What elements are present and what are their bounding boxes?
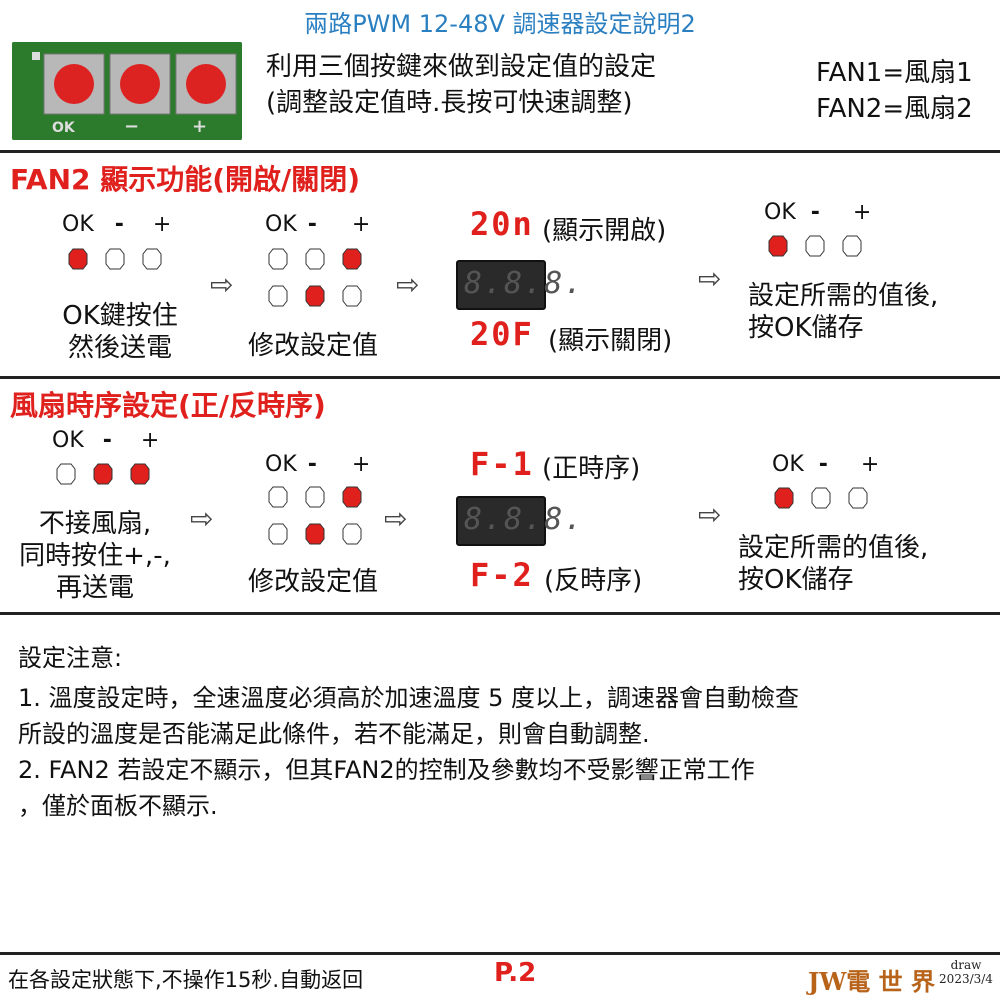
step2-caption: 修改設定值 [247, 567, 378, 597]
divider [0, 376, 1000, 379]
display-off-code: 20F [470, 315, 534, 353]
draw-date: 2023/3/4 [939, 972, 993, 986]
button-header: OK - + [772, 452, 879, 477]
page-number: P.2 [494, 958, 537, 988]
step1-caption-line3: 再送電 [55, 573, 134, 603]
intro-line-1: 利用三個按鍵來做到設定值的設定 [266, 52, 657, 82]
button-header: OK - + [764, 200, 871, 225]
plus-label: + [152, 212, 172, 237]
minus-label: - [307, 452, 317, 477]
display-on-label: (顯示開啟) [542, 216, 667, 246]
pcb-label-ok: OK [52, 120, 75, 136]
notes-line-2: 所設的溫度是否能滿足此條件，若不能滿足，則會自動調整. [18, 720, 650, 748]
ok-label: OK [764, 200, 796, 225]
led-row [66, 246, 166, 276]
notes-line-1: 1. 溫度設定時，全速溫度必須高於加速溫度 5 度以上，調速器會自動檢查 [18, 684, 800, 712]
seven-segment-display: 8.8.8. [456, 260, 582, 310]
arrow-right-icon: ⇨ [698, 262, 722, 295]
section-fan-timing-title: 風扇時序設定(正/反時序) [10, 389, 326, 422]
plus-label: + [351, 212, 371, 237]
display-digits: 8.8.8. [464, 502, 585, 537]
draw-label: draw [950, 958, 982, 972]
step1-caption-line2: 然後送電 [67, 333, 172, 363]
led-indicator-icons [268, 486, 362, 545]
step1-caption-line1: 不接風扇, [38, 509, 152, 539]
plus-label: + [140, 428, 160, 453]
minus-label: - [810, 200, 820, 225]
step4-caption: 設定所需的值後, 按OK儲存 [748, 280, 938, 344]
arrow-right-icon: ⇨ [190, 502, 214, 535]
plus-label: + [351, 452, 371, 477]
intro-line-2: (調整設定值時.長按可快速調整) [266, 88, 633, 118]
step2-caption: 修改設定值 [247, 331, 378, 361]
footer-note: 在各設定狀態下,不操作15秒.自動返回 [8, 968, 364, 992]
notes-line-4: ，僅於面板不顯示. [18, 792, 218, 820]
led-row [54, 461, 154, 491]
notes-block: 設定注意: 1. 溫度設定時，全速溫度必須高於加速溫度 5 度以上，調速器會自動… [18, 640, 988, 824]
led-indicator-icons [56, 463, 150, 485]
led-row [772, 485, 872, 515]
led-indicator-icons [268, 248, 362, 307]
display-on-code: 20n [470, 205, 534, 243]
button-header: OK - + [265, 212, 370, 237]
brand-logo: JW電 世 界 [808, 967, 936, 996]
section-fan2-display-title: FAN2 顯示功能(開啟/關閉) [10, 163, 361, 196]
fan2-legend: FAN2=風扇2 [816, 94, 973, 124]
ok-label: OK [772, 452, 804, 477]
ok-label: OK [265, 212, 297, 237]
ok-label: OK [62, 212, 94, 237]
page-title: 兩路PWM 12-48V 調速器設定說明2 [304, 10, 696, 38]
display-f2-label: (反時序) [544, 566, 643, 596]
arrow-right-icon: ⇨ [384, 502, 408, 535]
led-indicator-icons [68, 248, 162, 270]
button-header: OK - + [52, 428, 159, 453]
display-f2-code: F-2 [470, 556, 534, 594]
divider [0, 150, 1000, 153]
button-header: OK - + [265, 452, 370, 477]
arrow-right-icon: ⇨ [698, 498, 722, 531]
display-f1-code: F-1 [470, 445, 534, 483]
ok-label: OK [265, 452, 297, 477]
pcb-label-minus: − [124, 116, 140, 137]
minus-label: - [307, 212, 317, 237]
seven-segment-display: 8.8.8. [456, 496, 582, 546]
draw-stamp: draw 2023/3/4 [938, 958, 994, 986]
led-indicator-icons [768, 235, 862, 257]
step4-caption-line1: 設定所需的值後, [738, 533, 929, 563]
step4-caption-line2: 按OK儲存 [738, 565, 854, 595]
minus-label: - [102, 428, 112, 453]
display-f1-label: (正時序) [542, 454, 641, 484]
display-digits: 8.8.8. [464, 266, 585, 301]
minus-label: - [114, 212, 124, 237]
arrow-right-icon: ⇨ [396, 268, 420, 301]
pcb-label-plus: + [192, 116, 208, 137]
step4-caption-line2: 按OK儲存 [748, 313, 864, 343]
step1-caption-line2: 同時按住+,-, [19, 541, 171, 571]
divider [0, 952, 1000, 955]
step4-caption: 設定所需的值後, 按OK儲存 [738, 532, 928, 596]
notes-heading: 設定注意: [18, 644, 123, 672]
fan1-legend: FAN1=風扇1 [816, 58, 973, 88]
step1-caption-line1: OK鍵按住 [62, 301, 178, 331]
led-row [266, 484, 366, 554]
arrow-right-icon: ⇨ [210, 268, 234, 301]
notes-line-3: 2. FAN2 若設定不顯示，但其FAN2的控制及參數均不受影響正常工作 [18, 756, 755, 784]
plus-label: + [852, 200, 872, 225]
led-row [766, 233, 866, 263]
ok-label: OK [52, 428, 84, 453]
pcb-buttons-photo: OK − + [12, 42, 242, 140]
led-row [266, 246, 366, 316]
plus-label: + [860, 452, 880, 477]
display-off-label: (顯示關閉) [548, 326, 673, 356]
divider [0, 612, 1000, 615]
button-header: OK - + [62, 212, 171, 237]
step1-caption: OK鍵按住 然後送電 [30, 300, 210, 364]
step1-caption: 不接風扇, 同時按住+,-, 再送電 [10, 508, 180, 604]
step4-caption-line1: 設定所需的值後, [748, 281, 939, 311]
minus-label: - [818, 452, 828, 477]
led-indicator-icons [774, 487, 868, 509]
